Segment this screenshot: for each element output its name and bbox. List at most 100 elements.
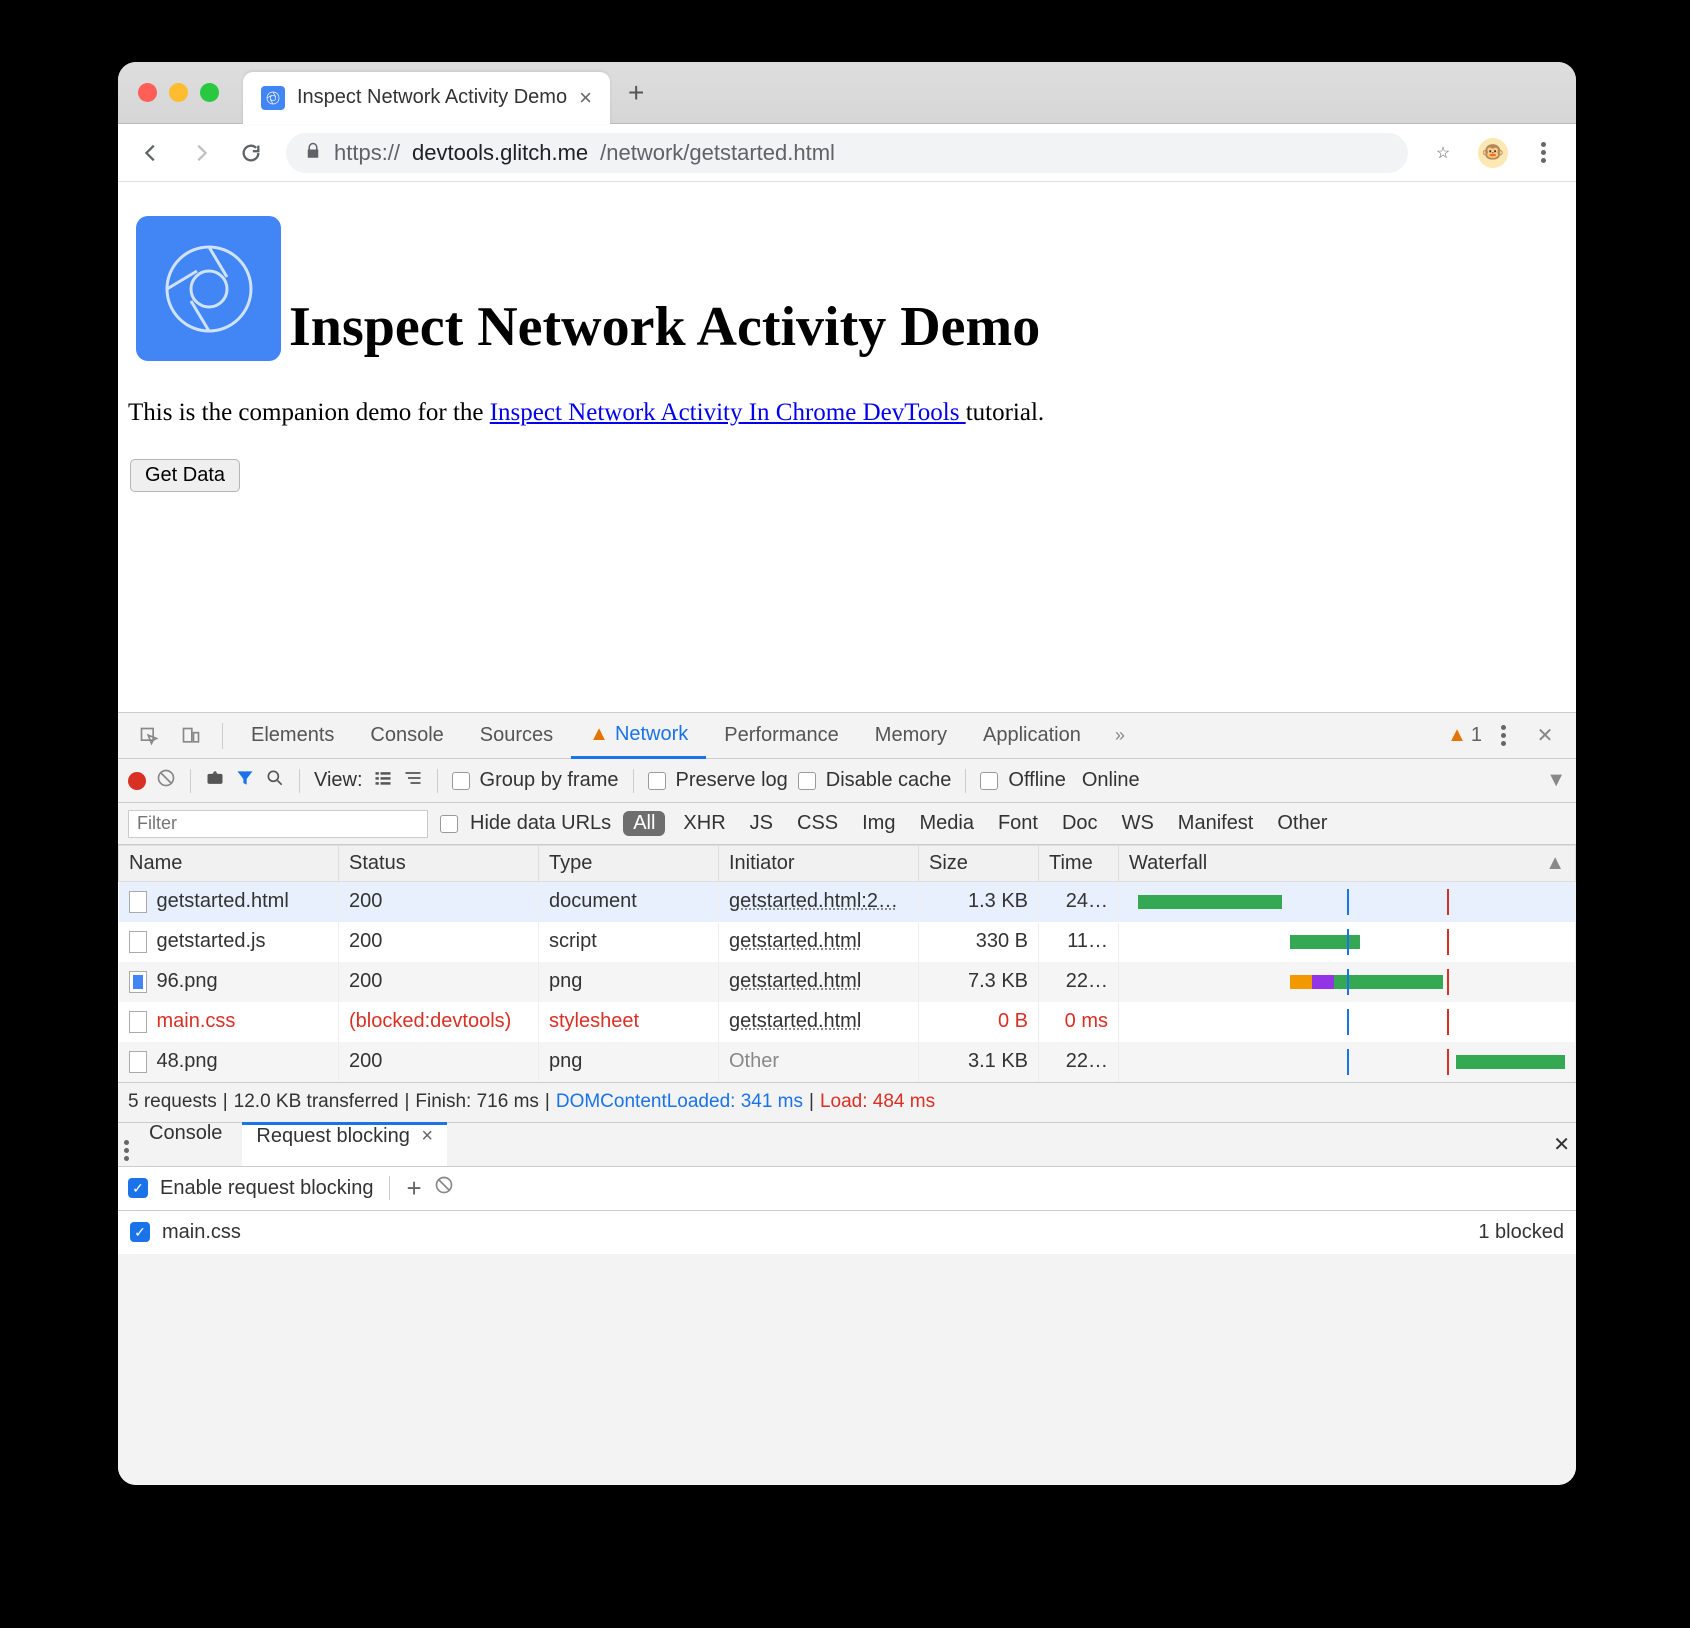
- devtools-menu-button[interactable]: [1486, 719, 1520, 753]
- search-icon[interactable]: [265, 768, 285, 794]
- devtools-close-button[interactable]: ✕: [1528, 719, 1562, 753]
- tab-console[interactable]: Console: [352, 713, 461, 759]
- tab-sources[interactable]: Sources: [462, 713, 571, 759]
- blocking-pattern-row[interactable]: ✓ main.css 1 blocked: [118, 1211, 1576, 1254]
- reload-button[interactable]: [236, 138, 266, 168]
- address-bar[interactable]: https://devtools.glitch.me/network/getst…: [286, 133, 1408, 173]
- col-initiator[interactable]: Initiator: [719, 846, 919, 882]
- col-name[interactable]: Name: [119, 846, 339, 882]
- drawer-tab-console[interactable]: Console: [135, 1122, 236, 1166]
- enable-request-blocking-checkbox[interactable]: ✓: [128, 1178, 148, 1198]
- cell-time: 0 ms: [1039, 1002, 1119, 1042]
- inspect-element-icon[interactable]: [132, 719, 166, 753]
- cell-initiator[interactable]: getstarted.html:2…: [719, 882, 919, 922]
- profile-avatar[interactable]: 🐵: [1478, 138, 1508, 168]
- drawer-menu-button[interactable]: [124, 1128, 129, 1161]
- remove-all-patterns-button[interactable]: [434, 1175, 454, 1201]
- waterfall-bar: [1129, 1049, 1565, 1075]
- drawer-tab-close-icon[interactable]: ×: [421, 1125, 433, 1147]
- table-row[interactable]: 48.png 200 png Other 3.1 KB 22…: [119, 1042, 1576, 1082]
- warnings-badge[interactable]: ▲1: [1447, 724, 1482, 747]
- add-pattern-button[interactable]: +: [406, 1173, 421, 1204]
- cell-type: png: [539, 1042, 719, 1082]
- disable-cache-checkbox[interactable]: [798, 772, 816, 790]
- filter-type-css[interactable]: CSS: [791, 812, 844, 835]
- toggle-device-icon[interactable]: [174, 719, 208, 753]
- clear-button[interactable]: [156, 768, 176, 794]
- table-header-row: Name Status Type Initiator Size Time Wat…: [119, 846, 1576, 882]
- url-scheme: https://: [334, 140, 400, 166]
- group-by-frame-label: Group by frame: [480, 769, 619, 792]
- record-button[interactable]: [128, 772, 146, 790]
- filter-type-xhr[interactable]: XHR: [677, 812, 731, 835]
- group-by-frame-checkbox[interactable]: [452, 772, 470, 790]
- browser-menu-button[interactable]: [1528, 138, 1558, 168]
- view-frames-icon[interactable]: [403, 768, 423, 794]
- maximize-window-button[interactable]: [200, 83, 219, 102]
- online-label[interactable]: Online: [1082, 769, 1140, 792]
- tab-network[interactable]: ▲Network: [571, 713, 706, 759]
- preserve-log-checkbox[interactable]: [648, 772, 666, 790]
- table-row[interactable]: main.css (blocked:devtools) stylesheet g…: [119, 1002, 1576, 1042]
- tab-elements[interactable]: Elements: [233, 713, 352, 759]
- bookmark-star-icon[interactable]: ☆: [1428, 138, 1458, 168]
- col-status[interactable]: Status: [339, 846, 539, 882]
- chrome-logo-icon: [136, 216, 281, 361]
- tab-title: Inspect Network Activity Demo: [297, 86, 567, 109]
- col-type[interactable]: Type: [539, 846, 719, 882]
- filter-type-manifest[interactable]: Manifest: [1172, 812, 1260, 835]
- hide-data-urls-checkbox[interactable]: [440, 815, 458, 833]
- back-button[interactable]: [136, 138, 166, 168]
- close-window-button[interactable]: [138, 83, 157, 102]
- cell-status: (blocked:devtools): [339, 1002, 539, 1042]
- drawer-close-button[interactable]: ✕: [1553, 1132, 1570, 1157]
- filter-input[interactable]: [128, 810, 428, 838]
- intro-link[interactable]: Inspect Network Activity In Chrome DevTo…: [490, 399, 966, 426]
- cell-initiator[interactable]: getstarted.html: [719, 1002, 919, 1042]
- request-blocking-toolbar: ✓ Enable request blocking +: [118, 1167, 1576, 1211]
- col-time[interactable]: Time: [1039, 846, 1119, 882]
- browser-tab[interactable]: Inspect Network Activity Demo ×: [243, 72, 610, 124]
- filter-type-media[interactable]: Media: [913, 812, 979, 835]
- cell-name: 96.png: [157, 970, 218, 992]
- drawer-tab-request-blocking[interactable]: Request blocking ×: [242, 1122, 447, 1166]
- waterfall-bar: [1129, 1009, 1565, 1035]
- warning-icon: ▲: [589, 723, 609, 746]
- pattern-enabled-checkbox[interactable]: ✓: [130, 1222, 150, 1242]
- filter-type-img[interactable]: Img: [856, 812, 901, 835]
- capture-screenshots-icon[interactable]: [205, 768, 225, 794]
- table-row[interactable]: getstarted.html 200 document getstarted.…: [119, 882, 1576, 922]
- filter-type-ws[interactable]: WS: [1116, 812, 1160, 835]
- filter-type-doc[interactable]: Doc: [1056, 812, 1104, 835]
- minimize-window-button[interactable]: [169, 83, 188, 102]
- filter-type-font[interactable]: Font: [992, 812, 1044, 835]
- filter-toggle-icon[interactable]: [235, 768, 255, 794]
- hide-data-urls-label: Hide data URLs: [470, 812, 611, 835]
- col-size[interactable]: Size: [919, 846, 1039, 882]
- cell-initiator[interactable]: getstarted.html: [719, 962, 919, 1002]
- filter-type-other[interactable]: Other: [1271, 812, 1333, 835]
- file-icon: [129, 931, 147, 953]
- col-waterfall[interactable]: Waterfall▲: [1119, 846, 1576, 882]
- throttling-dropdown-icon[interactable]: ▼: [1546, 769, 1566, 792]
- filter-type-js[interactable]: JS: [744, 812, 779, 835]
- new-tab-button[interactable]: +: [628, 77, 644, 109]
- tab-performance[interactable]: Performance: [706, 713, 857, 759]
- tab-memory[interactable]: Memory: [857, 713, 965, 759]
- summary-finish: Finish: 716 ms: [415, 1091, 539, 1113]
- table-row[interactable]: 96.png 200 png getstarted.html 7.3 KB 22…: [119, 962, 1576, 1002]
- file-icon: [129, 1051, 147, 1073]
- tab-close-icon[interactable]: ×: [579, 85, 592, 111]
- intro-text-post: tutorial.: [966, 399, 1044, 426]
- filter-type-all[interactable]: All: [623, 811, 665, 836]
- forward-button[interactable]: [186, 138, 216, 168]
- view-list-icon[interactable]: [373, 768, 393, 794]
- cell-initiator[interactable]: getstarted.html: [719, 922, 919, 962]
- summary-transferred: 12.0 KB transferred: [234, 1091, 399, 1113]
- tabs-overflow-button[interactable]: »: [1103, 719, 1137, 753]
- offline-checkbox[interactable]: [980, 772, 998, 790]
- get-data-button[interactable]: Get Data: [130, 459, 240, 492]
- table-row[interactable]: getstarted.js 200 script getstarted.html…: [119, 922, 1576, 962]
- tab-application[interactable]: Application: [965, 713, 1099, 759]
- cell-initiator[interactable]: Other: [719, 1042, 919, 1082]
